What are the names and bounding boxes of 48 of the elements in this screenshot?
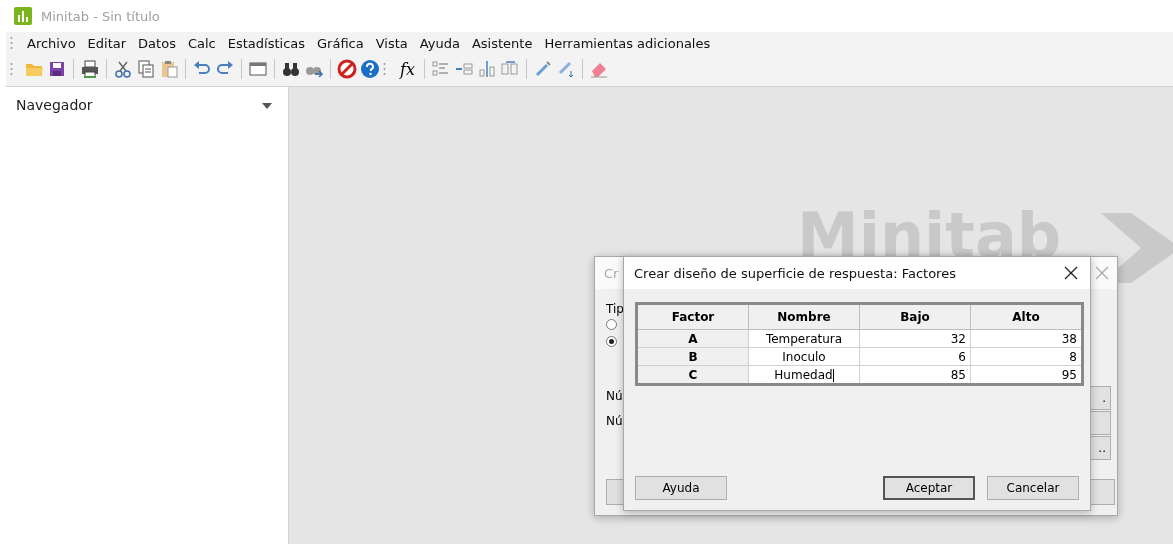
copy-icon[interactable] <box>136 59 156 79</box>
field-label: Nú <box>606 389 623 403</box>
dialog-title: Cr <box>604 265 619 281</box>
table-cell[interactable]: Inoculo <box>748 347 860 366</box>
column-header: Nombre <box>748 303 860 330</box>
column-header: Alto <box>970 303 1083 330</box>
menu-item[interactable]: Vista <box>369 35 414 51</box>
field-label: Tip <box>606 302 624 316</box>
grip-icon <box>383 61 386 77</box>
close-icon[interactable] <box>1064 266 1078 280</box>
scissors-icon[interactable] <box>113 59 133 79</box>
printer-icon[interactable] <box>80 59 100 79</box>
menu-item[interactable]: Calc <box>181 35 222 51</box>
dialog-button[interactable]: Ayuda <box>635 476 727 500</box>
dialog-button[interactable]: Cancelar <box>987 476 1079 500</box>
menu-item[interactable]: Gráfica <box>311 35 370 51</box>
stop-icon[interactable] <box>337 59 357 79</box>
arrow-logo-icon <box>1101 213 1173 283</box>
window-title: Minitab - Sin título <box>41 8 160 24</box>
radio-button[interactable] <box>606 336 617 347</box>
app-logo-icon <box>13 6 33 26</box>
table-cell[interactable]: 32 <box>859 329 971 348</box>
save-icon[interactable] <box>47 59 67 79</box>
menu-item[interactable]: Herramientas adicionales <box>538 35 717 51</box>
column-header: Bajo <box>859 303 971 330</box>
menu-item[interactable]: Estadísticas <box>221 35 312 51</box>
row-header: C <box>636 365 749 385</box>
dialog-button[interactable]: Aceptar <box>883 476 975 500</box>
navigator-title: Navegador <box>16 97 93 113</box>
field-label: Nú <box>606 414 623 428</box>
column-header: Factor <box>636 303 749 330</box>
menu-item[interactable]: Archivo <box>21 35 82 51</box>
menu-item[interactable]: Datos <box>132 35 182 51</box>
dropdown-caret-icon[interactable] <box>262 103 272 109</box>
layout-icon[interactable] <box>430 59 451 79</box>
grip-icon <box>10 61 13 77</box>
table-cell[interactable]: Temperatura <box>748 329 860 348</box>
menu-item[interactable]: Ayuda <box>413 35 466 51</box>
distribute-icon[interactable] <box>476 59 497 79</box>
table-cell[interactable]: 6 <box>859 347 971 366</box>
paste-icon[interactable] <box>159 59 179 79</box>
help-icon[interactable] <box>360 59 380 79</box>
window-icon[interactable] <box>248 59 268 79</box>
menu-item[interactable]: Editar <box>81 35 133 51</box>
menu-item[interactable]: Asistente <box>465 35 539 51</box>
formula-button[interactable]: fx <box>397 59 418 79</box>
grip-icon <box>10 35 13 51</box>
radio-button[interactable] <box>606 319 617 330</box>
